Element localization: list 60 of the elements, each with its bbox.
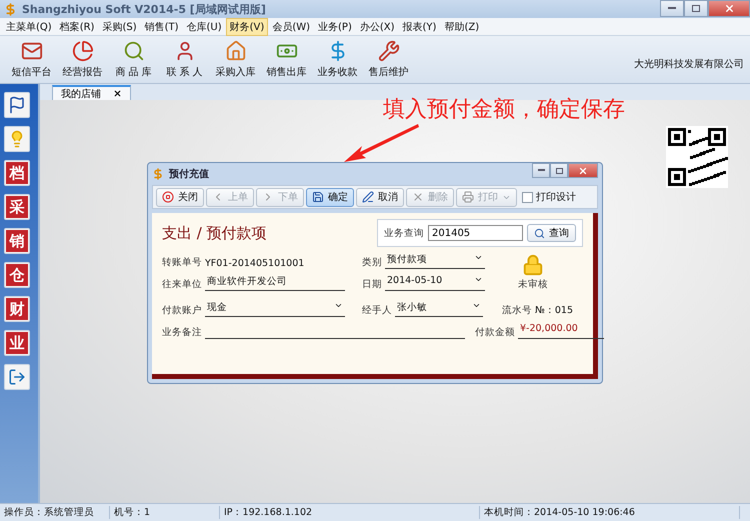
toolbar-button[interactable]: 业务收款 [312,38,363,82]
toolbar-button[interactable]: 采购入库 [210,38,261,82]
menu-item[interactable]: 报表(Y) [398,18,440,36]
menu-item[interactable]: 档案(R) [56,18,98,36]
toolbar-button[interactable]: 销售出库 [261,38,312,82]
field-label: 付款账户 [162,304,202,317]
status-text: 本机时间：2014-05-10 19:06:46 [480,506,740,519]
annotation-text: 填入预付金额，确定保存 [383,96,625,124]
menu-item[interactable]: 财务(V) [226,18,268,36]
field-label: 付款金额 [475,326,515,339]
menu-item[interactable]: 销售(T) [140,18,183,36]
sidebar-button[interactable]: 业 [4,330,30,356]
field-label: 类别 [362,256,382,269]
field-label: 经手人 [362,304,392,317]
tab[interactable]: 我的店铺 [52,85,131,100]
toolbar-button[interactable]: 关闭 [156,188,204,206]
toolbar-button[interactable]: 确定 [306,188,354,206]
field-label: 往来单位 [162,278,202,291]
dialog-title: 预付充值 [169,167,209,181]
menu-item[interactable]: 仓库(U) [182,18,226,36]
window-title: Shangzhiyou Soft V2014-5 [局域网试用版] [22,2,266,16]
checkbox-label: 打印设计 [536,190,576,204]
menu-item[interactable]: 办公(X) [356,18,399,36]
toolbar-button[interactable]: 商 品 库 [108,38,159,82]
toolbar-button[interactable]: 联 系 人 [159,38,210,82]
menu-item[interactable]: 采购(S) [98,18,141,36]
company-name: 大光明科技发展有限公司 [634,58,744,71]
status-text: IP：192.168.1.102 [220,506,480,519]
dropdown-field[interactable]: 预付款项 [385,253,485,269]
sidebar-button[interactable]: 档 [4,160,30,186]
dropdown-field[interactable]: 现金 [205,301,345,317]
field-value: №：015 [535,304,574,317]
menu-item[interactable]: 主菜单(Q) [2,18,56,36]
toolbar-button[interactable]: 取消 [356,188,404,206]
field-label: 流水号 [502,304,532,317]
audit-status: 未审核 [518,278,548,290]
query-button[interactable]: 查询 [527,224,576,242]
dropdown-field[interactable]: 张小敏 [395,301,483,317]
status-text: 操作员：系统管理员 [0,506,110,519]
toolbar-button[interactable]: 短信平台 [6,38,57,82]
input-field[interactable]: 商业软件开发公司 [205,275,345,291]
menu-item[interactable]: 帮助(Z) [440,18,484,36]
input-field[interactable]: 201405 [428,225,523,241]
sidebar-button[interactable]: 财 [4,296,30,322]
form-heading: 支出 / 预付款项 [162,224,267,242]
status-text: 机号：1 [110,506,220,519]
menu-item[interactable]: 会员(W) [268,18,314,36]
sidebar-button[interactable]: 采 [4,194,30,220]
field-label: 日期 [362,278,382,291]
toolbar-button[interactable]: 售后维护 [363,38,414,82]
field-label: 业务备注 [162,326,202,339]
toolbar-button[interactable]: 经营报告 [57,38,108,82]
sidebar-button[interactable]: 销 [4,228,30,254]
field-value: YF01-201405101001 [205,258,304,269]
field-label: 转账单号 [162,256,202,269]
date-field[interactable]: 2014-05-10 [385,275,485,291]
sidebar-button[interactable]: 仓 [4,262,30,288]
field-label: 业务查询 [384,226,424,240]
input-field[interactable]: ¥-20,000.00 [518,323,604,339]
menu-item[interactable]: 业务(P) [314,18,356,36]
